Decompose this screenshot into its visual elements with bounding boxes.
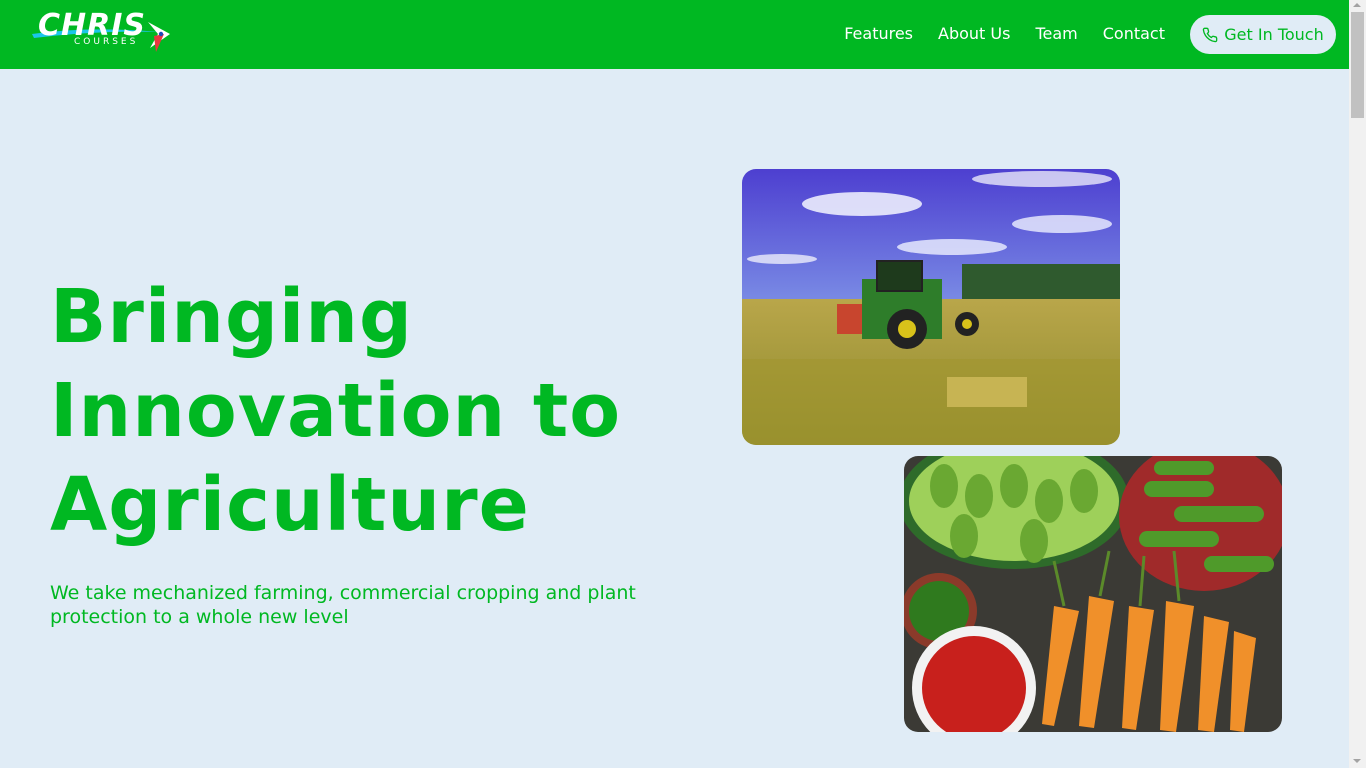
- nav-links: Features About Us Team Contact: [819, 23, 1165, 45]
- vegetables-image: [904, 456, 1282, 732]
- hero-subtitle: We take mechanized farming, commercial c…: [50, 582, 636, 628]
- nav-link-team[interactable]: Team: [1035, 23, 1077, 45]
- hero-title: Bringing Innovation to Agriculture: [50, 274, 622, 548]
- nav-link-features[interactable]: Features: [844, 23, 913, 45]
- scroll-down-icon[interactable]: [1353, 759, 1361, 763]
- navbar: CHRIS COURSES Features About Us Team Con…: [0, 0, 1349, 69]
- scroll-up-icon[interactable]: [1353, 3, 1361, 7]
- scrollbar-thumb[interactable]: [1351, 12, 1364, 118]
- get-in-touch-label: Get In Touch: [1224, 25, 1324, 44]
- page-scrollbar[interactable]: [1349, 0, 1366, 768]
- phone-icon: [1202, 27, 1218, 42]
- get-in-touch-button[interactable]: Get In Touch: [1190, 15, 1336, 54]
- tractor-field-image: [742, 169, 1120, 445]
- nav-link-contact[interactable]: Contact: [1103, 23, 1165, 45]
- nav-link-about-us[interactable]: About Us: [938, 23, 1010, 45]
- brand-tagline: COURSES: [74, 37, 139, 47]
- brand-logo[interactable]: CHRIS COURSES: [30, 8, 176, 58]
